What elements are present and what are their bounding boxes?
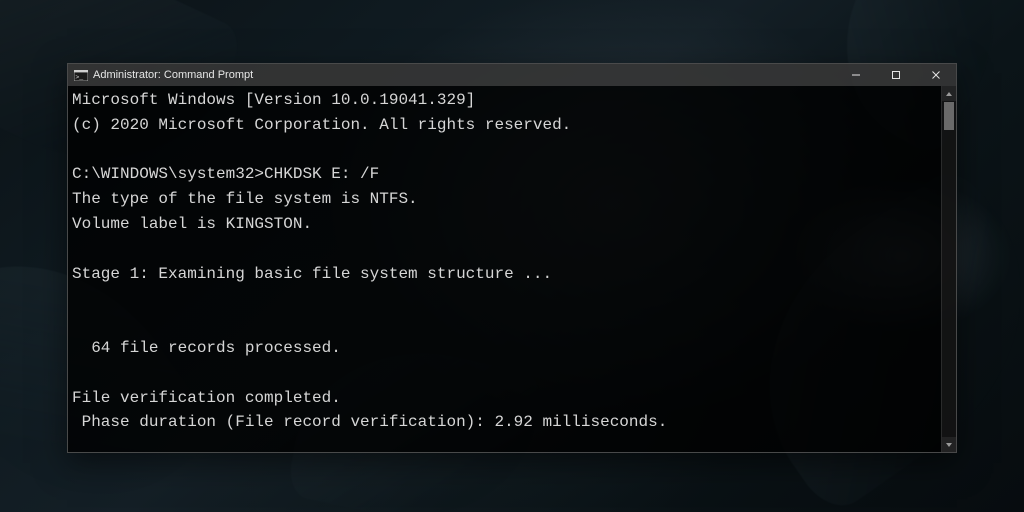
- minimize-button[interactable]: [836, 64, 876, 86]
- maximize-button[interactable]: [876, 64, 916, 86]
- command-prompt-window: >_ Administrator: Command Prompt Microso…: [67, 63, 957, 453]
- vertical-scrollbar[interactable]: [941, 86, 956, 452]
- console-line: [72, 361, 937, 386]
- console-line: Stage 1: Examining basic file system str…: [72, 262, 937, 287]
- console-line: 64 file records processed.: [72, 336, 937, 361]
- desktop-wallpaper: >_ Administrator: Command Prompt Microso…: [0, 0, 1024, 512]
- console-line: Microsoft Windows [Version 10.0.19041.32…: [72, 88, 937, 113]
- window-title: Administrator: Command Prompt: [93, 69, 253, 81]
- scrollbar-thumb[interactable]: [944, 102, 954, 130]
- close-button[interactable]: [916, 64, 956, 86]
- console-line: [72, 286, 937, 311]
- console-output[interactable]: Microsoft Windows [Version 10.0.19041.32…: [68, 86, 941, 452]
- scrollbar-down-arrow[interactable]: [942, 437, 956, 452]
- console-line: The type of the file system is NTFS.: [72, 187, 937, 212]
- console-line: [72, 237, 937, 262]
- titlebar[interactable]: >_ Administrator: Command Prompt: [68, 64, 956, 86]
- console-line: [72, 138, 937, 163]
- scrollbar-up-arrow[interactable]: [942, 86, 956, 101]
- cmd-icon: >_: [74, 69, 88, 81]
- console-line: Phase duration (File record verification…: [72, 410, 937, 435]
- console-line: (c) 2020 Microsoft Corporation. All righ…: [72, 113, 937, 138]
- console-line: File verification completed.: [72, 386, 937, 411]
- svg-text:>_: >_: [75, 74, 83, 81]
- console-line: [72, 311, 937, 336]
- console-line: Volume label is KINGSTON.: [72, 212, 937, 237]
- console-area: Microsoft Windows [Version 10.0.19041.32…: [68, 86, 956, 452]
- console-line: C:\WINDOWS\system32>CHKDSK E: /F: [72, 162, 937, 187]
